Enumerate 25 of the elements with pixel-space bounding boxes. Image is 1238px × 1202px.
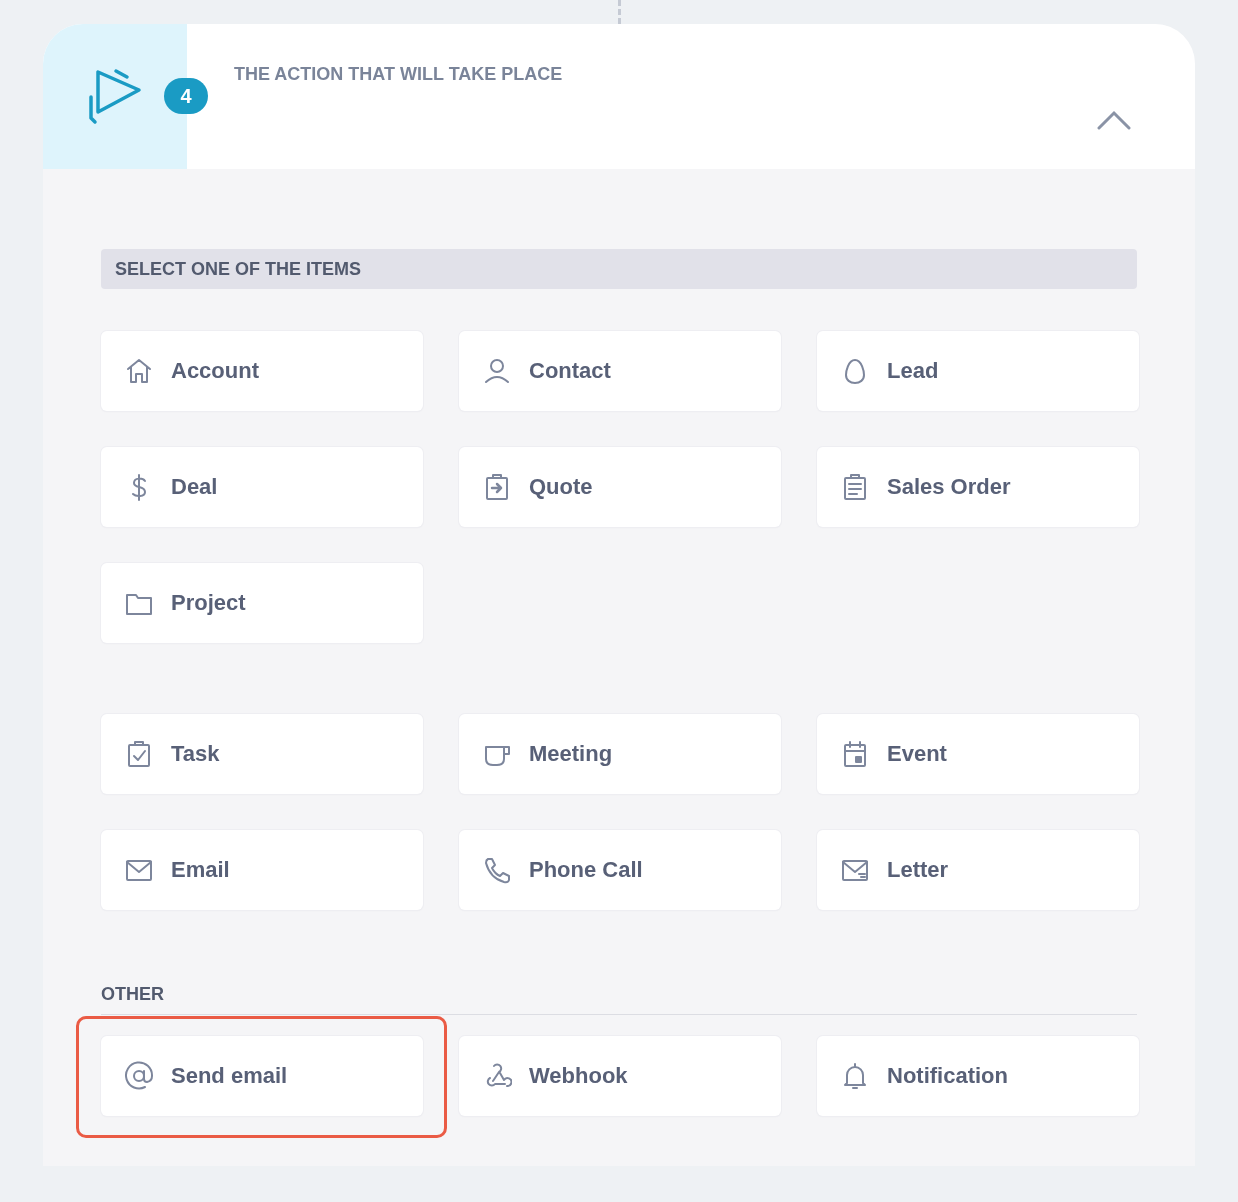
item-tile[interactable]: Phone Call	[459, 830, 781, 910]
item-tile[interactable]: Project	[101, 563, 423, 643]
item-tile[interactable]: Letter	[817, 830, 1139, 910]
at-sign-icon	[124, 1061, 154, 1091]
item-tile[interactable]: Quote	[459, 447, 781, 527]
item-tile[interactable]: Account	[101, 331, 423, 411]
item-tile[interactable]: Notification	[817, 1036, 1139, 1116]
phone-icon	[482, 855, 512, 885]
item-tile[interactable]: Deal	[101, 447, 423, 527]
group-title: OTHER	[101, 984, 165, 1004]
item-tile[interactable]: Webhook	[459, 1036, 781, 1116]
item-tile[interactable]: Sales Order	[817, 447, 1139, 527]
item-tile[interactable]: Task	[101, 714, 423, 794]
step-title: THE ACTION THAT WILL TAKE PLACE	[234, 64, 563, 86]
section-header: SELECT ONE OF THE ITEMS	[101, 249, 1137, 289]
house-icon	[124, 356, 154, 386]
item-tile[interactable]: Lead	[817, 331, 1139, 411]
item-tile[interactable]: Send email	[101, 1036, 423, 1116]
item-tile[interactable]: Event	[817, 714, 1139, 794]
item-tile[interactable]: Email	[101, 830, 423, 910]
step-number-badge: 4	[164, 78, 208, 114]
person-icon	[482, 356, 512, 386]
chevron-up-icon[interactable]	[1097, 110, 1131, 130]
item-tile[interactable]: Meeting	[459, 714, 781, 794]
item-tile[interactable]: Contact	[459, 331, 781, 411]
